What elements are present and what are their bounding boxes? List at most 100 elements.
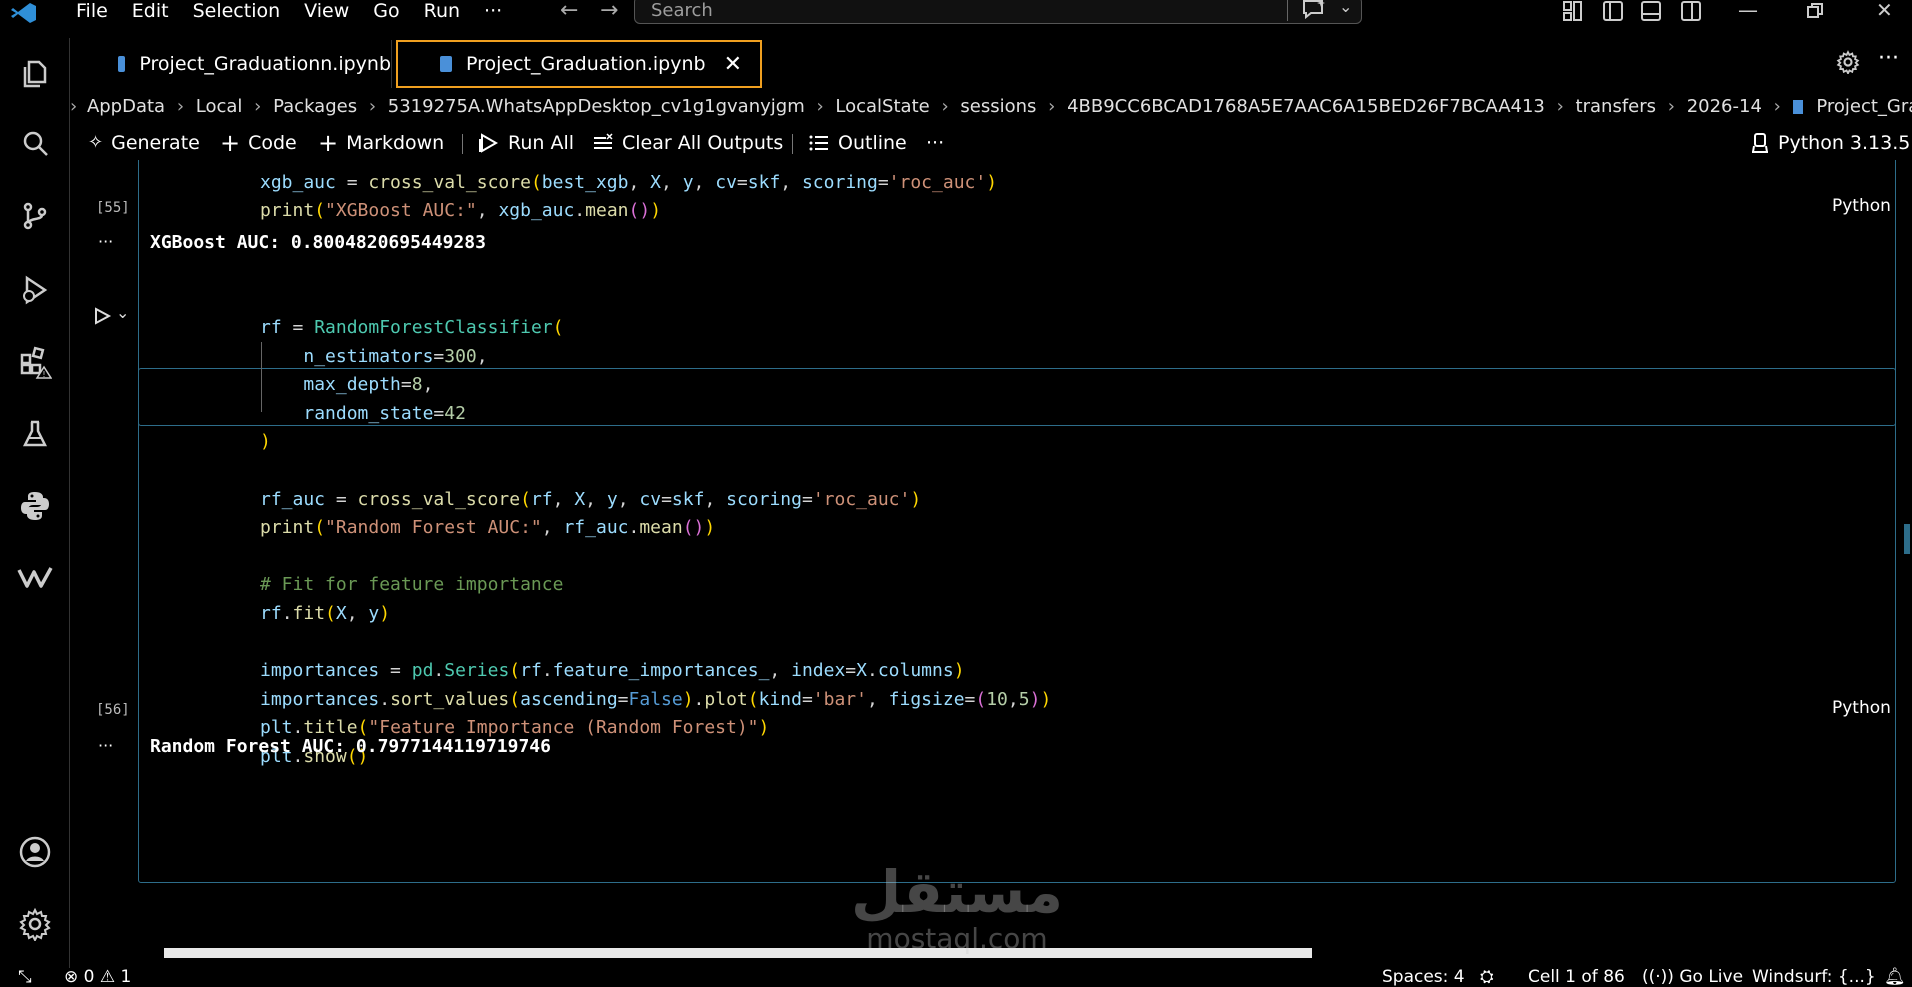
toggle-primary-sidebar-icon[interactable] xyxy=(1602,0,1624,22)
breadcrumb-file[interactable]: Project_Graduation.ipynb xyxy=(1816,96,1912,117)
status-bar: ⤡ ⊗ 0 ⚠ 1 Spaces: 4 ⛭ Cell 1 of 86 ((·))… xyxy=(0,968,1912,986)
generate-button[interactable]: ✧ Generate xyxy=(88,128,200,158)
markdown-label: Markdown xyxy=(346,132,445,154)
cell-language[interactable]: Python xyxy=(1832,698,1891,718)
warning-icon: ⚠ xyxy=(99,967,116,987)
extensions-icon[interactable]: ! xyxy=(15,342,55,382)
breadcrumb-chevron-icon: › xyxy=(254,96,262,117)
manage-gear-icon[interactable] xyxy=(15,904,55,944)
run-debug-icon[interactable] xyxy=(15,270,55,310)
problems-indicator[interactable]: ⊗ 0 ⚠ 1 xyxy=(64,968,131,986)
cell-output: XGBoost AUC: 0.8004820695449283 xyxy=(150,232,486,253)
notifications-bell-icon[interactable]: 🔔︎ xyxy=(1884,968,1906,986)
back-arrow-icon[interactable]: ← xyxy=(560,0,578,22)
breadcrumb-packages[interactable]: Packages xyxy=(273,96,357,117)
notebook-icon xyxy=(118,56,126,72)
breadcrumb-chevron-icon: › xyxy=(176,96,185,117)
title-bar: File Edit Selection View Go Run ··· ← → … xyxy=(0,0,1912,26)
breadcrumb-session-id[interactable]: 4BB9CC6BCAD1768A5E7AAC6A15BED26F7BCAA413 xyxy=(1067,96,1545,117)
add-markdown-button[interactable]: + Markdown xyxy=(318,128,444,158)
command-center-search[interactable]: Search ⌄ xyxy=(634,0,1362,24)
close-tab-icon[interactable]: ✕ xyxy=(724,52,742,77)
watermark-latin: mostaql.com xyxy=(866,922,1048,955)
kernel-picker[interactable]: Python 3.13.5 xyxy=(1750,128,1910,158)
restore-icon[interactable] xyxy=(1806,2,1824,20)
watermark-arabic: مستقل xyxy=(850,858,1064,926)
execution-count: [56] xyxy=(96,702,130,718)
tab-project-graduationn[interactable]: Project_Graduationn.ipynb xyxy=(70,40,392,88)
breadcrumb-sessions[interactable]: sessions xyxy=(960,96,1036,117)
clear-all-outputs-button[interactable]: Clear All Outputs xyxy=(592,128,783,158)
breadcrumb-chevron-icon: › xyxy=(368,96,377,117)
testing-icon[interactable] xyxy=(15,414,55,454)
error-count: 0 xyxy=(83,967,95,987)
run-cell-icon[interactable] xyxy=(92,306,112,326)
chat-icon[interactable] xyxy=(1301,0,1327,20)
breadcrumb-chevron-icon: › xyxy=(1773,96,1781,117)
sparkle-icon: ✧ xyxy=(88,132,104,153)
breadcrumb-transfers[interactable]: transfers xyxy=(1576,96,1656,117)
copilot-icon[interactable]: ⛭ xyxy=(1480,968,1494,986)
code-cell-55-source[interactable]: # 3. XGB xgb_auc = cross_val_score(best_… xyxy=(260,160,997,226)
scrollbar-marker[interactable] xyxy=(1904,524,1910,554)
generate-label: Generate xyxy=(111,132,200,154)
toggle-panel-icon[interactable] xyxy=(1640,0,1662,22)
code-cell-56-source[interactable]: rf = RandomForestClassifier( n_estimator… xyxy=(260,314,1051,772)
tab-label: Project_Graduationn.ipynb xyxy=(139,53,391,75)
run-options-chevron-icon[interactable]: ⌄ xyxy=(116,303,129,322)
menu-go[interactable]: Go xyxy=(361,0,411,24)
cell-language[interactable]: Python xyxy=(1832,196,1891,216)
kernel-label: Python 3.13.5 xyxy=(1778,132,1911,154)
explorer-icon[interactable] xyxy=(15,54,55,94)
python-icon[interactable] xyxy=(15,486,55,526)
indentation-status[interactable]: Spaces: 4 xyxy=(1382,968,1465,986)
toggle-secondary-sidebar-icon[interactable] xyxy=(1680,0,1702,22)
horizontal-scrollbar[interactable] xyxy=(164,948,1312,958)
breadcrumb-whatsapp[interactable]: 5319275A.WhatsAppDesktop_cv1g1gvanyjgm xyxy=(388,96,805,117)
toolbar-more-button[interactable]: ··· xyxy=(926,128,944,158)
cell-position-status[interactable]: Cell 1 of 86 xyxy=(1528,968,1625,986)
execution-count: [55] xyxy=(96,200,130,216)
tab-project-graduation[interactable]: Project_Graduation.ipynb ✕ xyxy=(396,40,762,88)
chevron-down-icon[interactable]: ⌄ xyxy=(1339,0,1352,16)
output-more-icon[interactable]: ··· xyxy=(98,736,113,755)
breadcrumb-2026-14[interactable]: 2026-14 xyxy=(1687,96,1762,117)
menu-edit[interactable]: Edit xyxy=(120,0,181,24)
watermark: مستقل mostaql.com xyxy=(842,860,1072,970)
minimize-icon[interactable]: — xyxy=(1738,0,1758,20)
more-icon: ··· xyxy=(926,132,945,154)
menu-file[interactable]: File xyxy=(64,0,120,24)
breadcrumb-localstate[interactable]: LocalState xyxy=(835,96,929,117)
run-all-button[interactable]: Run All xyxy=(478,128,574,158)
breadcrumb: › AppData › Local › Packages › 5319275A.… xyxy=(70,92,1912,122)
breadcrumb-chevron-icon: › xyxy=(1556,96,1564,117)
menu-selection[interactable]: Selection xyxy=(181,0,293,24)
more-actions-icon[interactable]: ··· xyxy=(1878,46,1899,71)
breadcrumb-chevron-icon: › xyxy=(816,96,824,117)
menu-more[interactable]: ··· xyxy=(472,0,514,24)
source-control-icon[interactable] xyxy=(15,196,55,236)
svg-text:!: ! xyxy=(42,370,45,379)
menu-view[interactable]: View xyxy=(292,0,361,24)
outline-button[interactable]: Outline xyxy=(808,128,907,158)
settings-gear-icon[interactable] xyxy=(1836,50,1860,74)
close-window-icon[interactable]: ✕ xyxy=(1876,0,1893,20)
add-code-button[interactable]: + Code xyxy=(220,128,297,158)
menu-run[interactable]: Run xyxy=(412,0,472,24)
account-icon[interactable] xyxy=(15,832,55,872)
search-icon[interactable] xyxy=(15,124,55,164)
breadcrumb-local[interactable]: Local xyxy=(196,96,243,117)
activity-bar: ! xyxy=(0,38,70,968)
tab-label: Project_Graduation.ipynb xyxy=(466,53,706,75)
windsurf-icon[interactable] xyxy=(15,558,55,598)
output-more-icon[interactable]: ··· xyxy=(98,232,113,251)
remote-icon[interactable]: ⤡ xyxy=(18,968,32,986)
forward-arrow-icon[interactable]: → xyxy=(600,0,618,22)
clear-outputs-label: Clear All Outputs xyxy=(622,132,784,154)
go-live-button[interactable]: ((·)) Go Live xyxy=(1642,968,1743,986)
customize-layout-icon[interactable] xyxy=(1562,0,1584,22)
vscode-logo-icon xyxy=(11,3,36,23)
breadcrumb-appdata[interactable]: AppData xyxy=(87,96,165,117)
error-icon: ⊗ xyxy=(64,967,79,987)
windsurf-status[interactable]: Windsurf: {...} xyxy=(1752,968,1876,986)
